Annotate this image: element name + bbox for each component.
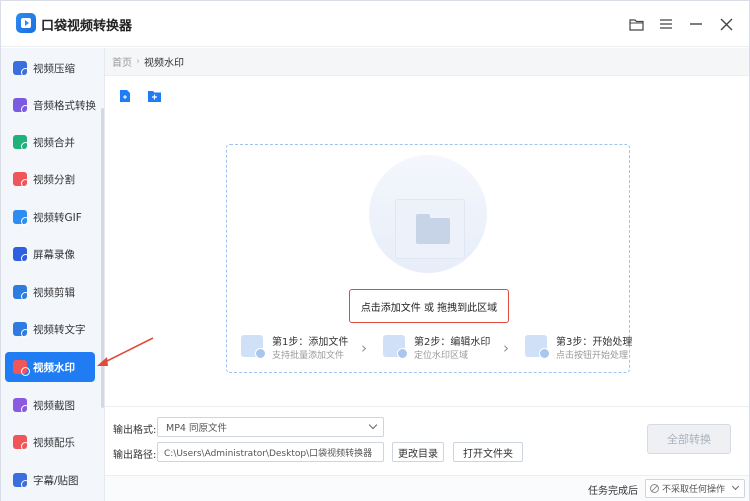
clip-icon [13, 285, 30, 301]
breadcrumb-separator: › [136, 56, 140, 67]
chevron-right-icon: › [361, 339, 367, 357]
sidebar-item-screenshot[interactable]: 视频截图 [5, 390, 95, 420]
sidebar-item-label: 视频分割 [33, 173, 75, 186]
menu-icon[interactable] [655, 13, 677, 35]
merge-icon [13, 135, 30, 151]
sidebar-item-label: 字幕/贴图 [33, 474, 79, 487]
after-task-select[interactable]: 不采取任何操作 [645, 479, 745, 498]
sidebar-item-watermark[interactable]: 视频水印 [5, 352, 95, 382]
app-logo-icon [16, 13, 36, 33]
breadcrumb: 首页 › 视频水印 [105, 48, 749, 76]
minimize-icon[interactable] [685, 13, 707, 35]
to-text-icon [13, 322, 30, 338]
watermark-icon [13, 360, 30, 376]
sidebar-item-label: 视频转GIF [33, 211, 82, 224]
sidebar-item-to-text[interactable]: 视频转文字 [5, 314, 95, 344]
sidebar-item-subtitle[interactable]: 字幕/贴图 [5, 465, 95, 495]
sidebar-item-label: 视频截图 [33, 399, 75, 412]
file-dropzone[interactable]: 点击添加文件 或 拖拽到此区域 第1步：添加文件 支持批量添加文件 › 第2步：… [226, 144, 633, 373]
step-3-subtitle: 点击按钮开始处理 [556, 351, 629, 361]
change-dir-button[interactable]: 更改目录 [392, 442, 444, 462]
split-icon [13, 172, 30, 188]
sidebar-item-audio-convert[interactable]: 音频格式转换 [5, 90, 96, 120]
sidebar-item-compress[interactable]: 视频压缩 [5, 53, 95, 83]
breadcrumb-home-link[interactable]: 首页 [112, 54, 132, 69]
no-action-icon [650, 484, 659, 493]
sidebar-item-clip[interactable]: 视频剪辑 [5, 277, 95, 307]
audio-convert-icon [13, 98, 30, 114]
sidebar-item-label: 屏幕录像 [33, 248, 75, 261]
sidebar-scrollbar[interactable] [101, 108, 104, 408]
step-1-subtitle: 支持批量添加文件 [272, 351, 345, 361]
sidebar-item-gif[interactable]: 视频转GIF [5, 202, 95, 232]
subtitle-icon [13, 473, 30, 489]
add-folder-icon[interactable] [147, 89, 161, 103]
step-2-subtitle: 定位水印区域 [414, 351, 469, 361]
sidebar-item-split[interactable]: 视频分割 [5, 164, 95, 194]
format-value: MP4 同原文件 [166, 423, 227, 434]
music-icon [13, 435, 30, 451]
title-bar: 口袋视频转换器 [1, 1, 749, 47]
format-select[interactable]: MP4 同原文件 [157, 417, 384, 437]
compress-icon [13, 61, 30, 77]
chevron-down-icon [731, 482, 740, 491]
step-3-title: 第3步：开始处理 [556, 337, 633, 348]
close-icon[interactable] [715, 13, 737, 35]
status-bar: 任务完成后 不采取任何操作 [105, 475, 749, 501]
after-task-label: 任务完成后 [588, 486, 638, 497]
folder-icon[interactable] [625, 13, 647, 35]
sidebar-item-label: 音频格式转换 [33, 99, 96, 112]
box-icon [395, 199, 465, 259]
dropzone-hint[interactable]: 点击添加文件 或 拖拽到此区域 [349, 289, 509, 323]
app-window: 口袋视频转换器 视频压缩 音频格式转换 视频合并 视频分割 视频转GIF 屏幕录… [0, 0, 750, 501]
gif-icon [13, 210, 30, 226]
after-task-value: 不采取任何操作 [662, 485, 726, 495]
edit-watermark-step-icon [383, 335, 408, 359]
sidebar: 视频压缩 音频格式转换 视频合并 视频分割 视频转GIF 屏幕录像 视频剪辑 视… [1, 48, 105, 501]
format-label: 输出格式: [113, 425, 157, 436]
sidebar-item-record[interactable]: 屏幕录像 [5, 239, 95, 269]
sidebar-item-label: 视频剪辑 [33, 286, 75, 299]
add-file-step-icon [241, 335, 266, 359]
breadcrumb-current: 视频水印 [144, 58, 184, 69]
record-icon [13, 247, 30, 263]
process-step-icon [525, 335, 550, 359]
output-path-input[interactable] [157, 442, 384, 462]
dropzone-illustration [369, 155, 487, 273]
screenshot-icon [13, 398, 30, 414]
path-label: 输出路径: [113, 450, 157, 461]
sidebar-item-label: 视频合并 [33, 136, 75, 149]
sidebar-item-label: 视频配乐 [33, 436, 75, 449]
open-folder-button[interactable]: 打开文件夹 [453, 442, 523, 462]
add-file-icon[interactable] [118, 89, 132, 103]
sidebar-item-music[interactable]: 视频配乐 [5, 427, 95, 457]
step-1-title: 第1步：添加文件 [272, 337, 349, 348]
sidebar-item-merge[interactable]: 视频合并 [5, 127, 95, 157]
app-title: 口袋视频转换器 [41, 19, 133, 34]
chevron-right-icon: › [503, 339, 509, 357]
folder-illustration-icon [416, 214, 450, 244]
convert-all-button[interactable]: 全部转换 [647, 424, 731, 454]
step-2-title: 第2步：编辑水印 [414, 337, 491, 348]
chevron-down-icon [368, 420, 378, 430]
sidebar-item-label: 视频压缩 [33, 62, 75, 75]
sidebar-item-label: 视频水印 [33, 361, 75, 374]
sidebar-item-label: 视频转文字 [33, 323, 86, 336]
